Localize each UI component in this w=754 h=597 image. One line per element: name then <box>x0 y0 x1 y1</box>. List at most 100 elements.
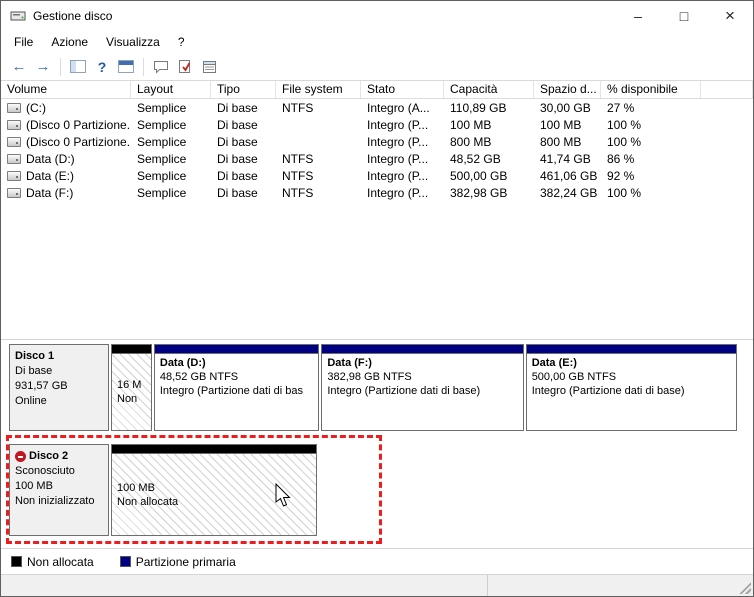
properties-pane-icon <box>202 60 217 74</box>
column-header-layout[interactable]: Layout <box>131 81 211 98</box>
partition-title: Data (E:) <box>531 357 577 369</box>
disk-status: Non inizializzato <box>15 495 95 507</box>
partition-color-bar <box>526 345 736 354</box>
spazio-cell: 800 MB <box>540 134 582 149</box>
check-report-icon <box>178 59 193 74</box>
details-pane-icon <box>118 60 134 73</box>
partition-size: 500,00 GB NTFS <box>531 371 617 383</box>
drive-icon <box>7 153 21 164</box>
maximize-button[interactable]: □ <box>661 1 707 31</box>
disk-status: Online <box>15 395 47 407</box>
check-disk-button[interactable] <box>173 56 197 78</box>
volume-row-disco0-part1[interactable]: (Disco 0 Partizione... Semplice Di base … <box>1 116 753 133</box>
pct-cell: 86 % <box>607 151 635 166</box>
stato-cell: Integro (P... <box>367 185 429 200</box>
pct-cell: 27 % <box>607 100 635 115</box>
capacita-cell: 100 MB <box>450 117 492 132</box>
volume-row-c[interactable]: (C:) Semplice Di base NTFS Integro (A...… <box>1 99 753 116</box>
tipo-cell: Di base <box>217 134 258 149</box>
column-header-tipo[interactable]: Tipo <box>211 81 276 98</box>
disk-name: Disco 2 <box>29 450 69 462</box>
pct-cell: 92 % <box>607 168 635 183</box>
legend-label: Non allocata <box>27 554 94 569</box>
disk-2-label-panel[interactable]: Disco 2 Sconosciuto 100 MB Non inizializ… <box>9 444 109 536</box>
stato-cell: Integro (P... <box>367 168 429 183</box>
tipo-cell: Di base <box>217 168 258 183</box>
column-header-spazio[interactable]: Spazio d... <box>534 81 601 98</box>
volume-row-disco0-part2[interactable]: (Disco 0 Partizione... Semplice Di base … <box>1 133 753 150</box>
partition-data-f[interactable]: Data (F:) 382,98 GB NTFS Integro (Partiz… <box>321 344 524 431</box>
menu-azione[interactable]: Azione <box>42 32 97 52</box>
volume-row-data-d[interactable]: Data (D:) Semplice Di base NTFS Integro … <box>1 150 753 167</box>
volume-row-data-e[interactable]: Data (E:) Semplice Di base NTFS Integro … <box>1 167 753 184</box>
layout-cell: Semplice <box>137 100 187 115</box>
details-pane-button[interactable] <box>114 56 138 78</box>
disk-row-2: Disco 2 Sconosciuto 100 MB Non inizializ… <box>9 444 737 536</box>
partition-unallocated-100mb[interactable]: 100 MB Non allocata <box>111 444 317 536</box>
disk-type: Sconosciuto <box>15 465 75 477</box>
speech-bubble-icon <box>153 60 169 74</box>
capacita-cell: 500,00 GB <box>450 168 508 183</box>
spazio-cell: 41,74 GB <box>540 151 591 166</box>
drive-icon <box>7 187 21 198</box>
pct-cell: 100 % <box>607 134 642 149</box>
capacita-cell: 382,98 GB <box>450 185 508 200</box>
partition-status: Integro (Partizione dati di bas <box>159 385 303 397</box>
tipo-cell: Di base <box>217 151 258 166</box>
menu-visualizza[interactable]: Visualizza <box>97 32 169 52</box>
partition-color-bar <box>154 345 319 354</box>
stato-cell: Integro (A... <box>367 100 430 115</box>
partition-size: 100 MB <box>117 481 155 494</box>
capacita-cell: 48,52 GB <box>450 151 501 166</box>
partition-data-e[interactable]: Data (E:) 500,00 GB NTFS Integro (Partiz… <box>525 344 737 431</box>
partition-color-bar <box>112 445 316 454</box>
volume-cell: Data (F:) <box>1 186 131 200</box>
partition-status: Integro (Partizione dati di base) <box>531 385 685 397</box>
forward-button[interactable]: → <box>31 56 55 78</box>
column-header-volume[interactable]: Volume <box>1 81 131 98</box>
column-header-disponibile[interactable]: % disponibile <box>601 81 701 98</box>
show-actions-button[interactable] <box>149 56 173 78</box>
spazio-cell: 382,24 GB <box>540 185 598 200</box>
drive-icon <box>7 136 21 147</box>
title-bar: Gestione disco – □ × <box>1 1 753 31</box>
help-icon: ? <box>97 58 107 75</box>
toolbar-separator <box>60 57 61 76</box>
legend-primary-partition: Partizione primaria <box>119 555 236 569</box>
partition-data-d[interactable]: Data (D:) 48,52 GB NTFS Integro (Partizi… <box>153 344 320 431</box>
fs-cell: NTFS <box>282 151 314 166</box>
fs-cell: NTFS <box>282 100 314 115</box>
toolbar: ← → ? <box>1 53 753 81</box>
fs-cell: NTFS <box>282 185 314 200</box>
graphical-disk-view: Disco 1 Di base 931,57 GB Online 16 M No… <box>1 340 753 548</box>
console-tree-button[interactable] <box>66 56 90 78</box>
toolbar-separator <box>143 57 144 76</box>
menu-file[interactable]: File <box>5 32 42 52</box>
column-header-stato[interactable]: Stato <box>361 81 444 98</box>
properties-pane-button[interactable] <box>197 56 221 78</box>
partition-title: Data (F:) <box>327 357 372 369</box>
column-header-capacita[interactable]: Capacità <box>444 81 534 98</box>
disk-type: Di base <box>15 365 53 377</box>
legend-color-primary <box>119 556 131 567</box>
forward-icon: → <box>35 58 51 75</box>
volume-row-data-f[interactable]: Data (F:) Semplice Di base NTFS Integro … <box>1 184 753 201</box>
close-button[interactable]: × <box>707 1 753 31</box>
partition-color-bar <box>322 345 523 354</box>
partition-unallocated-16mb[interactable]: 16 M Non <box>111 344 152 431</box>
app-icon <box>10 9 26 23</box>
column-header-filesystem[interactable]: File system <box>276 81 361 98</box>
minimize-button[interactable]: – <box>615 1 661 31</box>
layout-cell: Semplice <box>137 185 187 200</box>
back-button[interactable]: ← <box>7 56 31 78</box>
drive-icon <box>7 170 21 181</box>
disk-size: 100 MB <box>15 480 53 492</box>
help-button[interactable]: ? <box>90 56 114 78</box>
resize-grip[interactable] <box>738 581 751 594</box>
partition-color-bar <box>112 345 151 354</box>
pct-cell: 100 % <box>607 117 642 132</box>
layout-cell: Semplice <box>137 151 187 166</box>
menu-help[interactable]: ? <box>169 32 194 52</box>
capacita-cell: 800 MB <box>450 134 492 149</box>
disk-1-label-panel[interactable]: Disco 1 Di base 931,57 GB Online <box>9 344 109 431</box>
